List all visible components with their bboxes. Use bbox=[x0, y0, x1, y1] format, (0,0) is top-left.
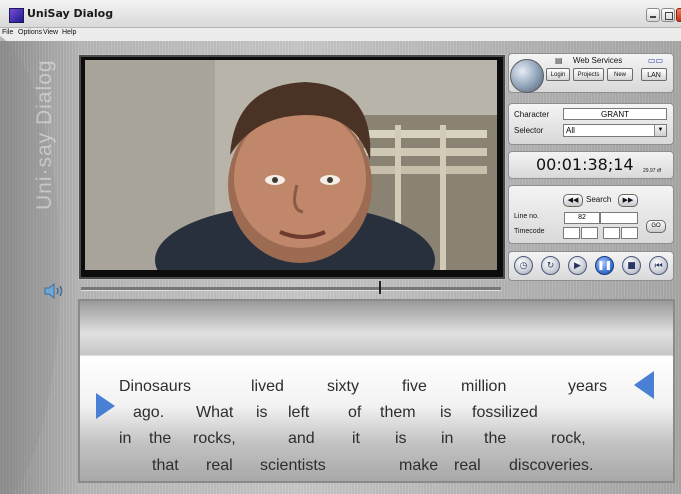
playback-slider[interactable] bbox=[81, 281, 501, 294]
line-number-field[interactable]: 82 bbox=[564, 212, 600, 224]
timecode-display: 00:01:38;14 bbox=[536, 155, 634, 174]
maximize-button[interactable] bbox=[661, 8, 675, 22]
line-number-secondary-field[interactable] bbox=[600, 212, 638, 224]
minimize-button[interactable] bbox=[646, 8, 660, 22]
script-word: real bbox=[206, 457, 233, 474]
line-number-label: Line no. bbox=[514, 213, 539, 220]
login-button[interactable]: Login bbox=[546, 68, 570, 81]
script-word: fossilized bbox=[472, 404, 538, 421]
go-button[interactable]: GO bbox=[646, 220, 666, 233]
chevron-down-icon[interactable]: ▼ bbox=[654, 125, 666, 136]
script-word: in bbox=[119, 430, 132, 447]
script-word: scientists bbox=[260, 457, 326, 474]
projects-button[interactable]: Projects bbox=[573, 68, 604, 81]
script-word: in bbox=[441, 430, 454, 447]
play-icon[interactable]: ▶ bbox=[568, 256, 587, 275]
selector-dropdown[interactable]: All ▼ bbox=[563, 124, 667, 137]
video-player[interactable] bbox=[79, 55, 505, 279]
loop-icon[interactable]: ↻ bbox=[541, 256, 560, 275]
web-services-label: Web Services bbox=[573, 56, 623, 65]
script-word: that bbox=[152, 457, 179, 474]
script-word: it bbox=[352, 430, 360, 447]
vertical-brand-text: Uni·say Dialog bbox=[33, 59, 56, 210]
timecode-seconds-field[interactable] bbox=[603, 227, 620, 239]
script-word: and bbox=[288, 430, 315, 447]
script-word: real bbox=[454, 457, 481, 474]
unisay-window: UniSay Dialog File Options View Help Uni… bbox=[0, 0, 681, 494]
selector-label: Selector bbox=[514, 126, 544, 135]
script-word: rocks, bbox=[193, 430, 236, 447]
playback-slider-thumb[interactable] bbox=[379, 281, 382, 294]
script-word: rock, bbox=[551, 430, 586, 447]
script-word: lived bbox=[251, 378, 284, 395]
timecode-hours-field[interactable] bbox=[563, 227, 580, 239]
window-title: UniSay Dialog bbox=[27, 7, 114, 20]
script-word: years bbox=[568, 378, 608, 395]
caret-left-icon[interactable] bbox=[634, 371, 654, 399]
speaker-icon[interactable] bbox=[43, 282, 65, 300]
menu-options[interactable]: Options bbox=[18, 29, 42, 36]
script-word: is bbox=[395, 430, 407, 447]
close-button[interactable] bbox=[676, 8, 681, 22]
menu-file[interactable]: File bbox=[2, 29, 13, 36]
script-word: Dinosaurs bbox=[119, 378, 192, 395]
script-word: five bbox=[402, 378, 427, 395]
menu-bar: File Options View Help bbox=[0, 28, 681, 41]
script-word: is bbox=[440, 404, 452, 421]
script-header bbox=[80, 301, 673, 355]
script-word: million bbox=[461, 378, 507, 395]
script-word: left bbox=[288, 404, 310, 421]
pause-icon[interactable]: ❚❚ bbox=[595, 256, 614, 275]
script-word: them bbox=[380, 404, 416, 421]
timecode-frames-field[interactable] bbox=[621, 227, 638, 239]
network-icon: ▭▭ bbox=[648, 56, 664, 65]
script-word: What bbox=[196, 404, 234, 421]
frame-rate-label: 29.97 df bbox=[643, 168, 662, 174]
menu-view[interactable]: View bbox=[43, 29, 58, 36]
lan-button[interactable]: LAN bbox=[641, 68, 667, 81]
timecode-minutes-field[interactable] bbox=[581, 227, 598, 239]
globe-icon bbox=[510, 59, 544, 93]
new-button[interactable]: New bbox=[607, 68, 633, 81]
script-word: the bbox=[149, 430, 172, 447]
stop-icon[interactable]: ■ bbox=[622, 256, 641, 275]
search-label: Search bbox=[586, 195, 612, 204]
video-frame-image bbox=[85, 60, 497, 270]
script-word: sixty bbox=[327, 378, 359, 395]
search-next-button[interactable]: ▶▶ bbox=[618, 194, 638, 207]
character-label: Character bbox=[514, 110, 550, 119]
timecode-label: Timecode bbox=[514, 228, 545, 235]
rewind-icon[interactable]: ⏮ bbox=[649, 256, 668, 275]
video-frame bbox=[85, 60, 497, 270]
search-previous-button[interactable]: ◀◀ bbox=[563, 194, 583, 207]
clock-icon[interactable]: ◷ bbox=[514, 256, 533, 275]
server-icon: ▤ bbox=[555, 56, 563, 65]
script-word: the bbox=[484, 430, 507, 447]
title-bar: UniSay Dialog bbox=[0, 0, 681, 28]
script-word: ago. bbox=[133, 404, 165, 421]
script-word: of bbox=[348, 404, 362, 421]
app-icon bbox=[9, 8, 24, 23]
caret-right-icon[interactable] bbox=[96, 393, 115, 419]
script-word: make bbox=[399, 457, 439, 474]
menu-help[interactable]: Help bbox=[62, 29, 76, 36]
script-word: discoveries. bbox=[509, 457, 594, 474]
selector-value: All bbox=[566, 126, 575, 135]
character-field[interactable]: GRANT bbox=[563, 108, 667, 120]
script-word: is bbox=[256, 404, 268, 421]
